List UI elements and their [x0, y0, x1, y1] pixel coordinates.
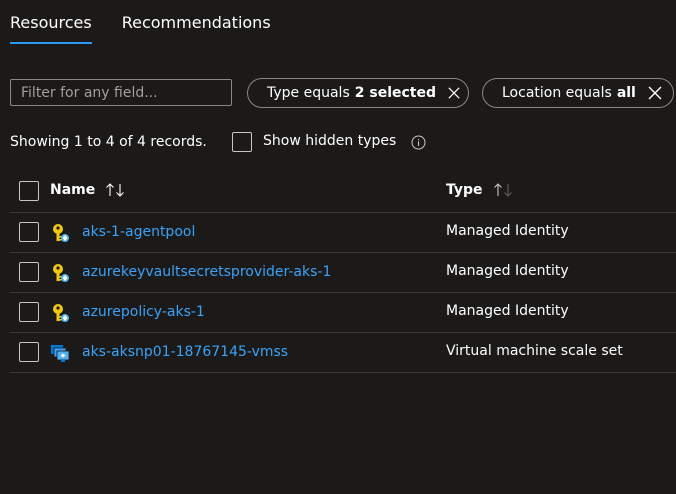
- tab-recommendations[interactable]: Recommendations: [122, 0, 271, 46]
- vmss-icon: [51, 345, 70, 362]
- show-hidden-types-label[interactable]: Show hidden types: [263, 133, 396, 149]
- managed-identity-icon: [53, 304, 69, 322]
- table-row[interactable]: azurepolicy-aks-1 Managed Identity: [10, 293, 676, 333]
- table-row[interactable]: aks-aksnp01-18767145-vmss Virtual machin…: [10, 333, 676, 373]
- resource-link[interactable]: azurekeyvaultsecretsprovider-aks-1: [82, 264, 331, 280]
- sort-icon[interactable]: [493, 183, 515, 197]
- close-icon[interactable]: [448, 86, 460, 100]
- show-hidden-types-checkbox[interactable]: [232, 132, 252, 152]
- location-filter-pill[interactable]: Location equals all: [482, 78, 674, 108]
- resource-type: Managed Identity: [446, 263, 569, 279]
- info-icon[interactable]: [411, 135, 426, 150]
- resource-type: Virtual machine scale set: [446, 343, 623, 359]
- records-count: Showing 1 to 4 of 4 records.: [10, 134, 207, 150]
- table-row[interactable]: aks-1-agentpool Managed Identity: [10, 213, 676, 253]
- resource-type: Managed Identity: [446, 223, 569, 239]
- resource-link[interactable]: aks-aksnp01-18767145-vmss: [82, 344, 288, 360]
- location-filter-value: all: [616, 85, 636, 101]
- location-filter-label: Location equals: [502, 85, 612, 101]
- column-name-label: Name: [50, 182, 96, 198]
- row-checkbox[interactable]: [19, 222, 39, 242]
- tab-bar: Resources Recommendations: [10, 0, 301, 48]
- column-type-label: Type: [446, 182, 483, 198]
- managed-identity-icon: [53, 224, 69, 242]
- column-header-type[interactable]: Type: [446, 182, 515, 198]
- table-row[interactable]: azurekeyvaultsecretsprovider-aks-1 Manag…: [10, 253, 676, 293]
- type-filter-label: Type equals: [267, 85, 350, 101]
- type-filter-pill[interactable]: Type equals 2 selected: [247, 78, 469, 108]
- select-all-checkbox[interactable]: [19, 181, 39, 201]
- row-checkbox[interactable]: [19, 342, 39, 362]
- type-filter-value: 2 selected: [354, 85, 436, 101]
- sort-icon[interactable]: [105, 183, 127, 197]
- tab-resources[interactable]: Resources: [10, 0, 92, 46]
- table-header: Name Type: [10, 172, 676, 213]
- managed-identity-icon: [53, 264, 69, 282]
- close-icon[interactable]: [648, 86, 662, 100]
- resources-panel: Resources Recommendations Type equals 2 …: [0, 0, 676, 494]
- resource-type: Managed Identity: [446, 303, 569, 319]
- column-header-name[interactable]: Name: [50, 182, 127, 198]
- filter-input[interactable]: [10, 79, 232, 106]
- row-checkbox[interactable]: [19, 262, 39, 282]
- row-checkbox[interactable]: [19, 302, 39, 322]
- resource-link[interactable]: aks-1-agentpool: [82, 224, 195, 240]
- resource-link[interactable]: azurepolicy-aks-1: [82, 304, 205, 320]
